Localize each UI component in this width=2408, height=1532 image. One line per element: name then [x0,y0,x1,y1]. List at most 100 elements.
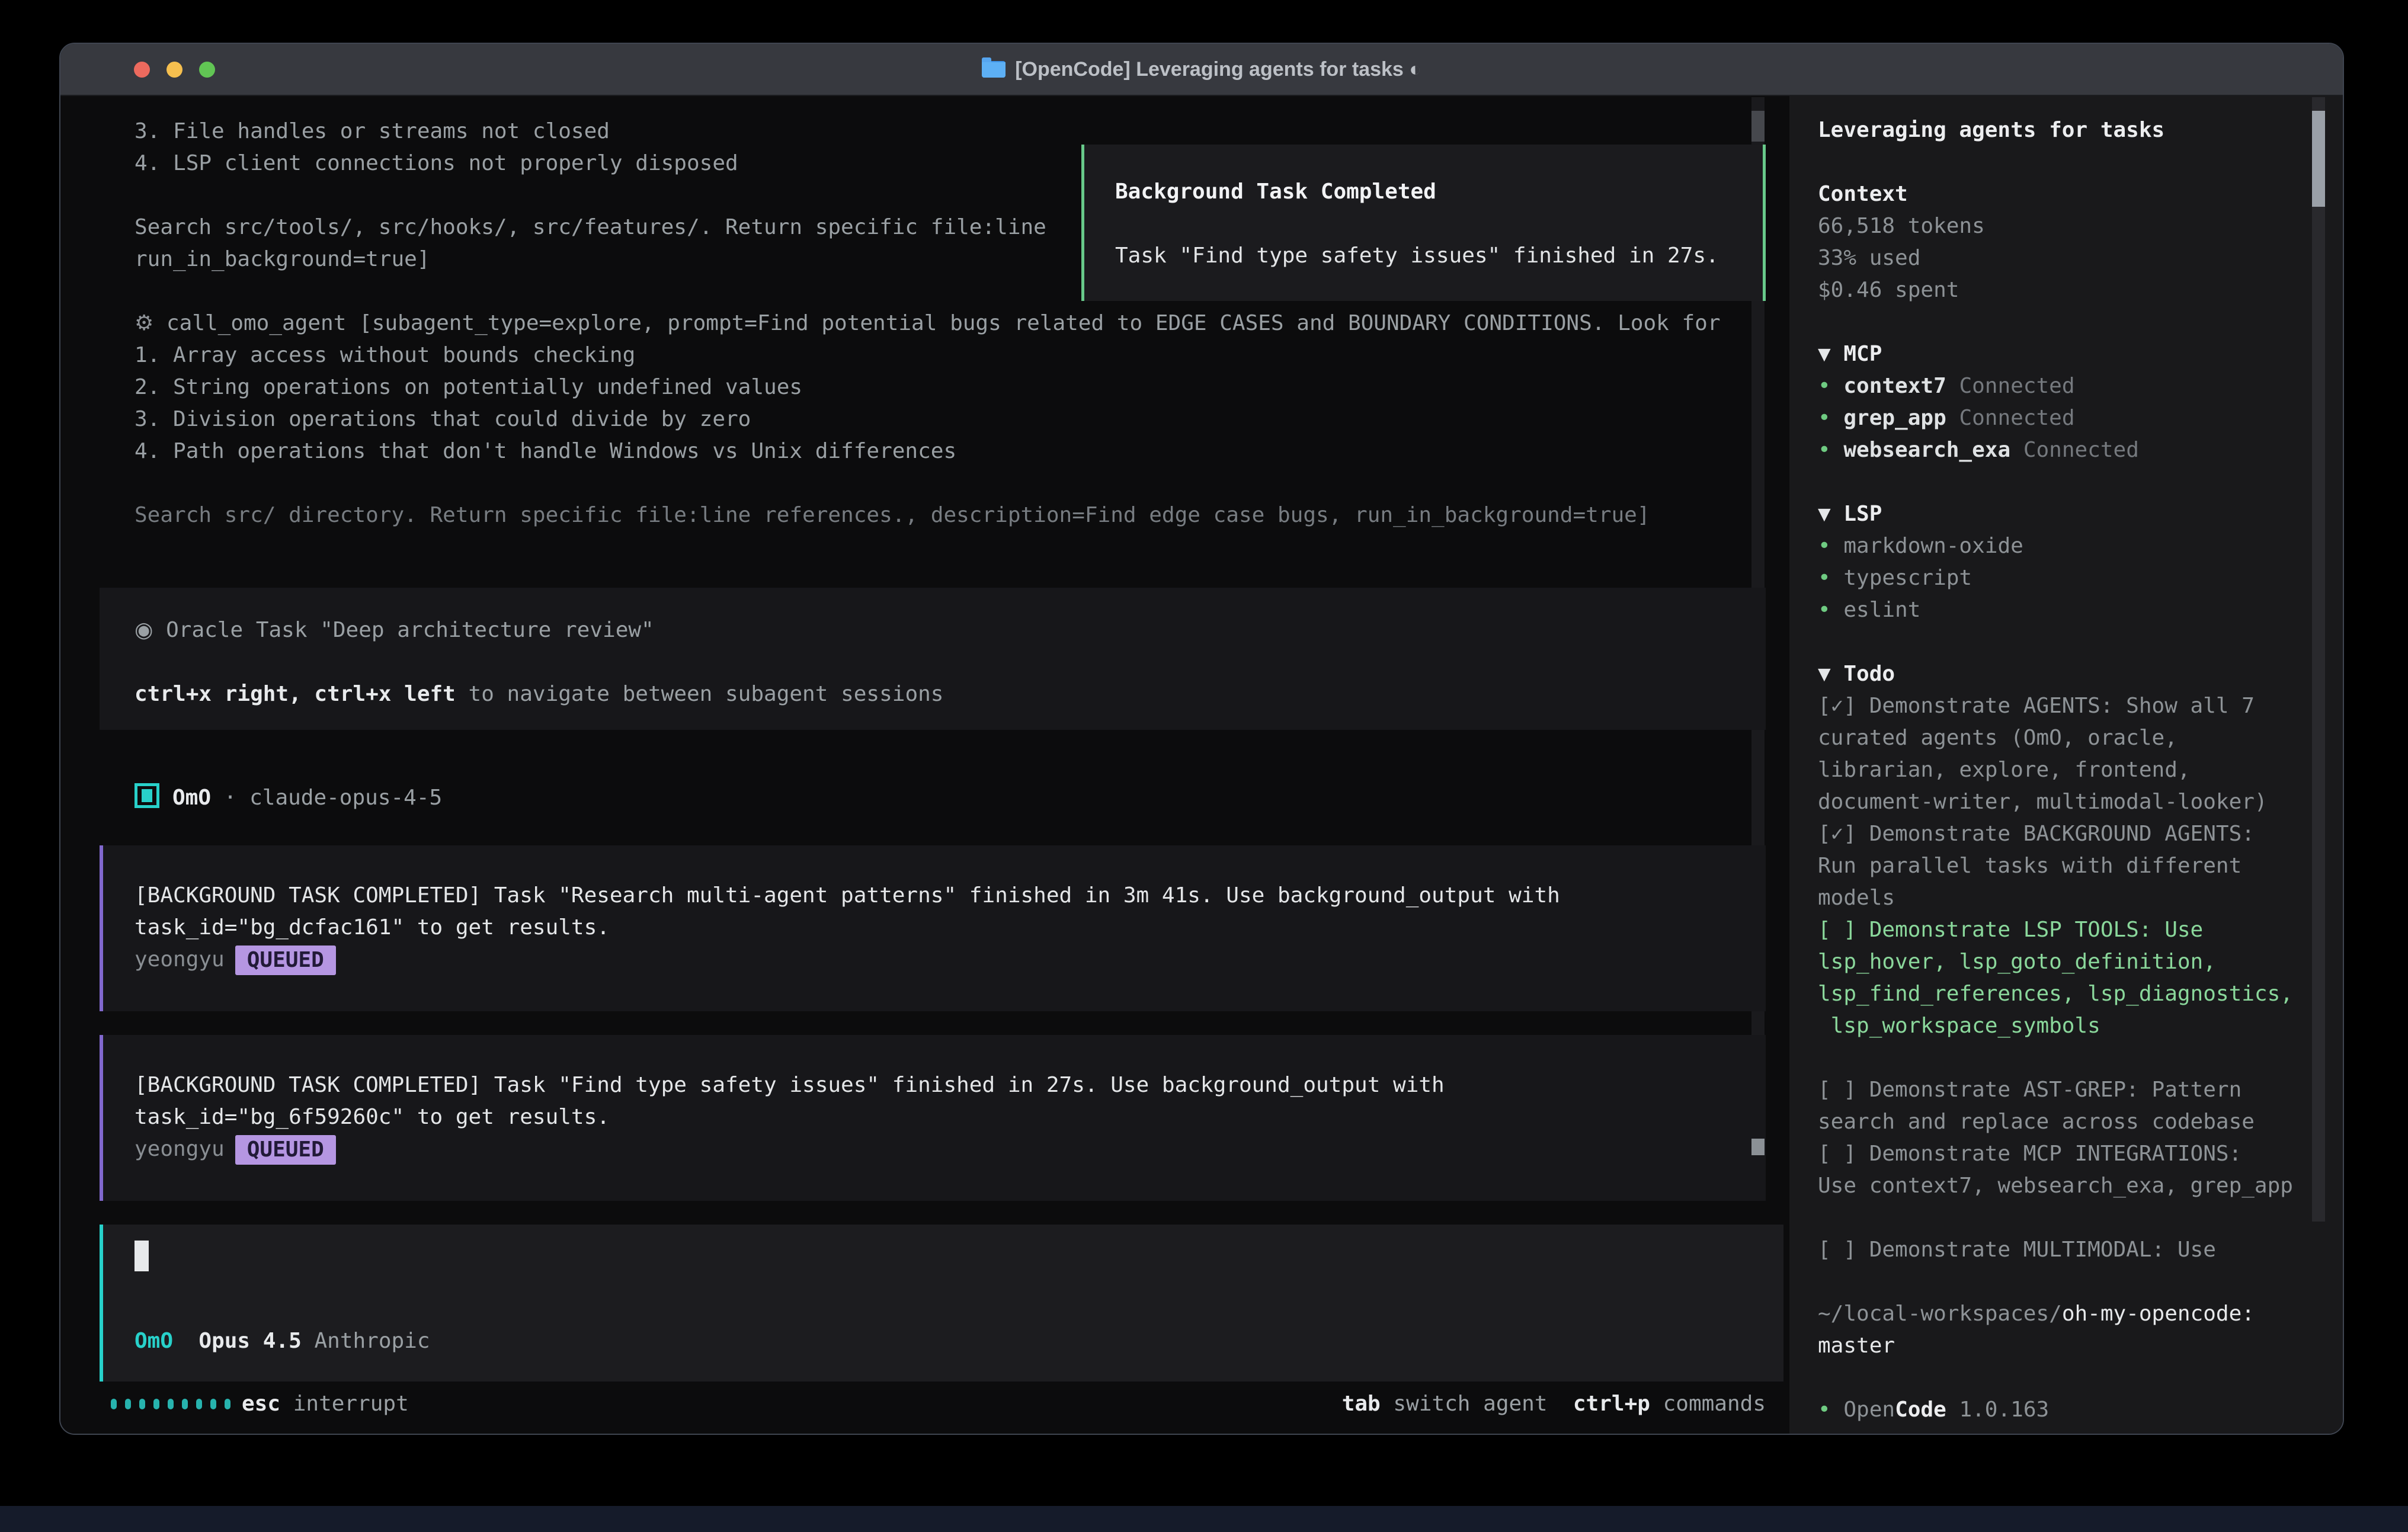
main-scrollbar-thumb-top[interactable] [1751,111,1765,142]
lsp-item: • markdown-oxide [1818,530,2343,562]
spinner-dots-icon [111,1399,230,1409]
todo-item-line-active: [ ] Demonstrate LSP TOOLS: Use [1818,914,2343,946]
message-meta: yeongyu QUEUED [135,944,1766,976]
todo-section-header[interactable]: ▼ Todo [1818,658,2343,690]
workspace-path: ~/local-workspaces/oh-my-opencode: [1818,1298,2343,1330]
log-line [135,467,1789,499]
oracle-icon: ◉ [135,618,153,642]
message-background-task-2: [BACKGROUND TASK COMPLETED] Task "Find t… [100,1035,1766,1201]
sidebar-scrollbar-thumb[interactable] [2312,111,2325,207]
todo-item-line: [✓] Demonstrate BACKGROUND AGENTS: [1818,818,2343,850]
message-meta: yeongyu QUEUED [135,1133,1766,1165]
todo-item-line-active: lsp_hover, lsp_goto_definition, [1818,946,2343,978]
oracle-hint-line: ctrl+x right, ctrl+x left to navigate be… [135,678,1766,710]
message-background-task-1: [BACKGROUND TASK COMPLETED] Task "Resear… [100,845,1766,1011]
input-model-line: OmO Opus 4.5 Anthropic [135,1325,430,1357]
status-dot-icon: • [1818,534,1843,558]
background-task-notification: Background Task Completed Task "Find typ… [1081,145,1766,301]
mcp-section-header[interactable]: ▼ MCP [1818,338,2343,370]
model-provider: Anthropic [314,1329,430,1353]
notification-body: Task "Find type safety issues" finished … [1115,240,1763,272]
agent-name: OmO [172,786,211,810]
omo-agent-icon [135,783,159,808]
oracle-task-title-line: ◉ Oracle Task "Deep architecture review" [135,614,1766,646]
todo-item-line: [ ] Demonstrate MCP INTEGRATIONS: [1818,1138,2343,1170]
chevron-down-icon: ▼ [1818,502,1843,526]
active-agent: OmO [135,1329,173,1353]
desktop-bottom-strip [0,1506,2408,1532]
context-spent: $0.46 spent [1818,274,2343,306]
minimize-button[interactable] [166,62,182,78]
context-heading: Context [1818,178,2343,210]
context-tokens: 66,518 tokens [1818,210,2343,242]
status-dot-icon: • [1818,406,1843,430]
notification-title: Background Task Completed [1115,176,1763,208]
sidebar-scrollbar-track[interactable] [2312,97,2325,1222]
window-title: [OpenCode] Leveraging agents for tasks ◐ [1015,58,1421,81]
folder-icon [982,61,1006,78]
version-line: • OpenCode 1.0.163 [1818,1394,2343,1426]
mcp-item: • grep_app Connected [1818,402,2343,434]
gear-icon: ⚙ [135,311,153,335]
status-dot-icon: • [1818,1398,1843,1422]
todo-item-line: models [1818,882,2343,914]
titlebar: [OpenCode] Leveraging agents for tasks ◐ [60,44,2343,96]
status-badge: QUEUED [235,946,336,975]
mcp-item: • websearch_exa Connected [1818,434,2343,466]
todo-item-line-active: lsp_find_references, lsp_diagnostics, [1818,978,2343,1010]
message-line: task_id="bg_dcfac161" to get results. [135,912,1766,944]
status-bar: esc interrupt tab switch agent ctrl+p co… [60,1388,1789,1420]
ctrl-p-key: ctrl+p [1573,1392,1650,1416]
terminal-main-pane: 3. File handles or streams not closed 4.… [60,96,1789,1434]
author-name: yeongyu [135,947,225,972]
status-dot-icon: • [1818,374,1843,398]
log-line: 1. Array access without bounds checking [135,339,1789,371]
session-title: Leveraging agents for tasks [1818,114,2343,146]
main-scrollbar-thumb-bottom[interactable] [1751,1139,1765,1155]
log-line: 3. Division operations that could divide… [135,403,1789,435]
window-title-group: [OpenCode] Leveraging agents for tasks ◐ [982,58,1421,81]
message-line: [BACKGROUND TASK COMPLETED] Task "Find t… [135,1069,1766,1101]
lsp-item: • eslint [1818,594,2343,626]
message-line: task_id="bg_6f59260c" to get results. [135,1101,1766,1133]
todo-item-line: librarian, explore, frontend, [1818,754,2343,786]
log-line: 2. String operations on potentially unde… [135,371,1789,403]
chevron-down-icon: ▼ [1818,342,1843,366]
log-line: 3. File handles or streams not closed [135,116,1789,148]
text-cursor [135,1241,149,1271]
prompt-input[interactable]: OmO Opus 4.5 Anthropic [100,1225,1783,1382]
status-badge: QUEUED [235,1135,336,1165]
todo-item-line: [ ] Demonstrate AST-GREP: Pattern [1818,1074,2343,1106]
workspace-branch: master [1818,1330,2343,1362]
hint-keybindings: ctrl+x right, ctrl+x left [135,682,456,706]
author-name: yeongyu [135,1137,225,1161]
log-line: 4. Path operations that don't handle Win… [135,435,1789,467]
status-dot-icon: • [1818,598,1843,622]
interrupt-hint: esc interrupt [242,1388,409,1420]
todo-item-line: [ ] Demonstrate MULTIMODAL: Use [1818,1234,2343,1266]
todo-item-line: Use context7, websearch_exa, grep_app [1818,1170,2343,1202]
maximize-button[interactable] [199,62,215,78]
chevron-down-icon: ▼ [1818,662,1843,686]
lsp-section-header[interactable]: ▼ LSP [1818,498,2343,530]
mcp-item: • context7 Connected [1818,370,2343,402]
separator-dot: · [224,786,237,810]
log-line-tool-call: ⚙ call_omo_agent [subagent_type=explore,… [135,307,1789,339]
traffic-lights [134,44,215,95]
todo-item-line: [✓] Demonstrate AGENTS: Show all 7 [1818,690,2343,722]
todo-item-line-active: lsp_workspace_symbols [1818,1010,2343,1042]
context-used: 33% used [1818,242,2343,274]
tab-key: tab [1342,1392,1381,1416]
todo-item-line: Run parallel tasks with different [1818,850,2343,882]
active-model: Opus 4.5 [198,1329,301,1353]
lsp-item: • typescript [1818,562,2343,594]
todo-item-line: search and replace across codebase [1818,1106,2343,1138]
agent-session-header[interactable]: OmO · claude-opus-4-5 [135,782,442,814]
todo-item-line: curated agents (OmO, oracle, [1818,722,2343,754]
keybinding-hints: tab switch agent ctrl+p commands [1342,1388,1766,1420]
app-window: [OpenCode] Leveraging agents for tasks ◐… [59,43,2344,1435]
status-dot-icon: • [1818,438,1843,462]
oracle-task-box: ◉ Oracle Task "Deep architecture review"… [100,588,1766,730]
close-button[interactable] [134,62,150,78]
sidebar: Leveraging agents for tasks Context 66,5… [1789,96,2343,1434]
